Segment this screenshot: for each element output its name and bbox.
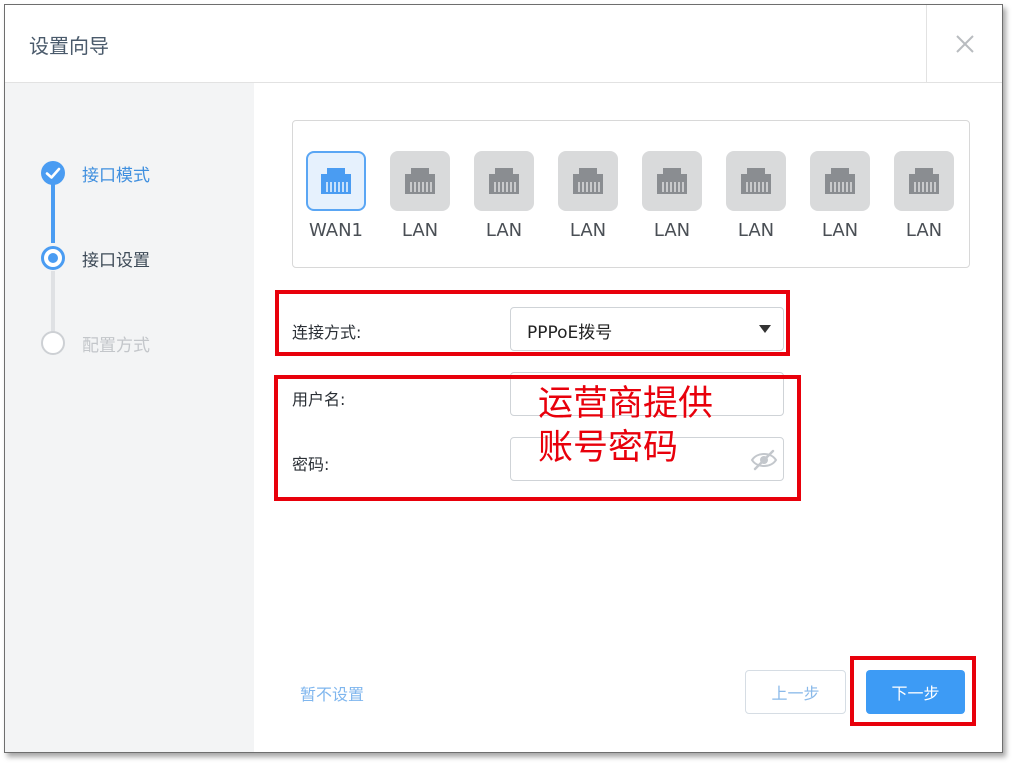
ethernet-port-icon [741,168,771,194]
annotation-line-1: 运营商提供 [538,384,714,424]
setup-wizard-dialog: 设置向导 接口模式 接口设置 配置方式 WAN1 LAN LAN LAN LAN LAN L… [4,4,1003,753]
ethernet-port-icon [657,168,687,194]
port-1[interactable]: WAN1 [306,151,366,241]
ethernet-port-icon [405,168,435,194]
port-box [474,151,534,211]
ethernet-port-icon [321,168,351,194]
dialog-header: 设置向导 [5,5,1002,83]
step-3-indicator [41,331,65,355]
ethernet-port-icon [909,168,939,194]
port-5[interactable]: LAN [642,151,702,241]
port-7[interactable]: LAN [810,151,870,241]
skip-setup-link[interactable]: 暂不设置 [300,681,364,705]
port-box [642,151,702,211]
port-box [810,151,870,211]
port-box [726,151,786,211]
close-button[interactable] [926,5,1002,82]
port-box [390,151,450,211]
port-panel: WAN1 LAN LAN LAN LAN LAN LAN LAN [292,120,970,268]
step-2-label: 接口设置 [82,251,150,271]
ethernet-port-icon [825,168,855,194]
port-3[interactable]: LAN [474,151,534,241]
annotation-line-2: 账号密码 [538,428,679,468]
previous-step-button[interactable]: 上一步 [745,670,846,714]
step-2-indicator [41,246,65,270]
ethernet-port-icon [489,168,519,194]
close-icon [955,34,974,53]
connection-type-label: 连接方式: [292,323,362,342]
highlight-next-box [850,656,976,726]
step-1-label[interactable]: 接口模式 [82,161,150,186]
ethernet-port-icon [573,168,603,194]
port-name: LAN [905,220,943,241]
chevron-down-icon [759,325,771,333]
step-1-indicator [41,161,65,185]
connection-type-value: PPPoE拨号 [527,323,613,343]
connection-type-select[interactable]: PPPoE拨号 [510,307,784,351]
port-box [558,151,618,211]
annotation-text: 运营商提供 账号密码 [538,382,713,470]
port-4[interactable]: LAN [558,151,618,241]
port-box [894,151,954,211]
port-6[interactable]: LAN [726,151,786,241]
wizard-steps-sidebar: 接口模式 接口设置 配置方式 [5,83,254,752]
port-2[interactable]: LAN [390,151,450,241]
port-box [306,151,366,211]
port-8[interactable]: LAN [894,151,954,241]
check-icon [45,167,61,179]
dialog-title: 设置向导 [29,34,109,58]
step-3-label: 配置方式 [82,336,150,356]
